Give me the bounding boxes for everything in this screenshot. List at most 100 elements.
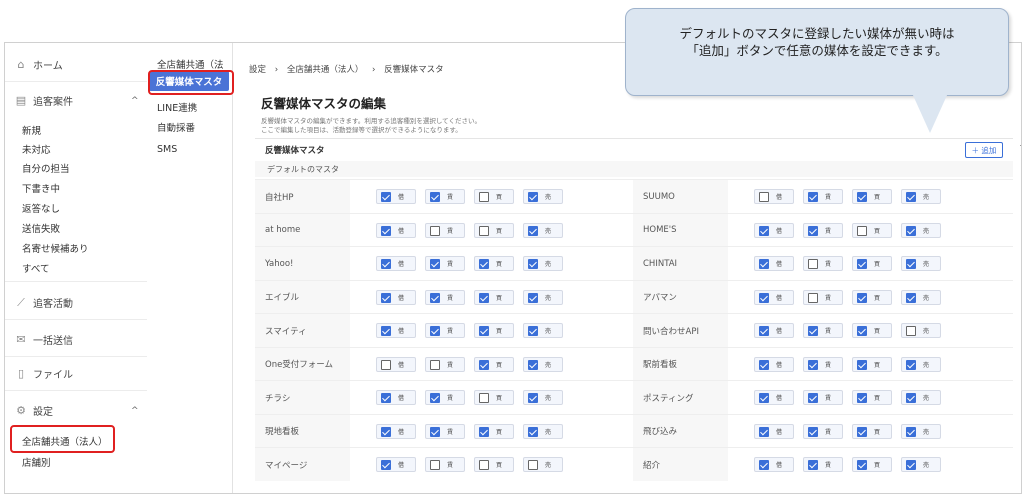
media-type-checkbox[interactable]: 借 [754,256,794,271]
media-type-checkbox[interactable]: 売 [901,222,941,238]
media-type-checkbox[interactable]: 売 [523,356,563,372]
nav-sub-item[interactable]: 未対応 [22,142,51,156]
media-type-checkbox[interactable]: 賃 [425,222,465,238]
media-type-checkbox[interactable]: 買 [852,356,892,372]
media-type-checkbox[interactable]: 買 [474,356,514,372]
breadcrumb-item[interactable]: 全店舗共通（法人） [287,65,364,75]
media-type-checkbox[interactable]: 売 [523,222,563,238]
nav-file[interactable]: ▯ ファイル [15,366,73,381]
media-type-checkbox[interactable]: 買 [474,423,514,439]
media-type-checkbox[interactable]: 買 [474,256,514,271]
media-type-checkbox[interactable]: 賃 [425,356,465,372]
media-type-checkbox[interactable]: 買 [852,423,892,439]
media-type-checkbox[interactable]: 賃 [803,457,843,472]
media-type-checkbox[interactable]: 買 [852,390,892,405]
home-icon: ⌂ [17,58,25,71]
nav-settings[interactable]: ⚙ 設定 ^ [15,403,145,418]
chevron-up-icon[interactable]: ^ [1019,143,1021,153]
media-type-checkbox[interactable]: 賃 [425,390,465,405]
media-type-checkbox[interactable]: 借 [376,356,416,372]
media-type-checkbox[interactable]: 借 [754,189,794,204]
media-type-checkbox[interactable]: 借 [376,390,416,405]
checkbox-label: 賃 [825,361,832,369]
breadcrumb-separator: › [274,65,279,75]
media-type-checkbox[interactable]: 借 [376,256,416,271]
media-type-checkbox[interactable]: 賃 [803,222,843,238]
media-type-checkbox[interactable]: 賃 [803,256,843,271]
nav-tsuikyaku-katsudo[interactable]: ⟋ 追客活動 [15,295,73,311]
nav-sub-item[interactable]: すべて [22,261,49,275]
media-type-checkbox[interactable]: 賃 [803,289,843,305]
media-type-checkbox[interactable]: 買 [852,256,892,271]
media-type-checkbox[interactable]: 売 [523,289,563,305]
media-type-checkbox[interactable]: 借 [754,289,794,305]
media-type-checkbox[interactable]: 賃 [425,423,465,439]
nav-sub-item[interactable]: 下書き中 [22,181,60,195]
media-type-checkbox[interactable]: 買 [474,390,514,405]
media-type-checkbox[interactable]: 買 [852,222,892,238]
media-type-checkbox[interactable]: 買 [852,289,892,305]
media-type-checkbox[interactable]: 借 [754,323,794,338]
media-type-checkbox[interactable]: 借 [376,289,416,305]
breadcrumb-item[interactable]: 設定 [249,65,266,75]
media-type-checkbox[interactable]: 賃 [803,323,843,338]
media-type-checkbox[interactable]: 売 [523,457,563,472]
media-type-checkbox[interactable]: 借 [754,356,794,372]
media-type-checkbox[interactable]: 買 [474,457,514,472]
media-type-checkbox[interactable]: 売 [901,323,941,338]
media-type-checkbox[interactable]: 借 [376,222,416,238]
media-type-checkbox[interactable]: 買 [474,189,514,204]
media-type-checkbox[interactable]: 買 [474,222,514,238]
media-type-checkbox[interactable]: 借 [754,222,794,238]
breadcrumb: 設定 › 全店舗共通（法人） › 反響媒体マスタ [249,63,450,75]
media-type-checkbox[interactable]: 買 [474,323,514,338]
nav-settings-tenpobetsu[interactable]: 店舗別 [22,455,51,469]
media-type-checkbox[interactable]: 借 [376,189,416,204]
media-type-checkbox[interactable]: 売 [523,323,563,338]
nav-sub-item[interactable]: 返答なし [22,201,60,215]
media-type-checkbox[interactable]: 買 [474,289,514,305]
media-type-checkbox[interactable]: 賃 [803,189,843,204]
media-type-checkbox[interactable]: 借 [376,457,416,472]
submenu-item-jidou-saiban[interactable]: 自動採番 [157,120,195,134]
media-type-checkbox[interactable]: 売 [523,189,563,204]
media-type-checkbox[interactable]: 賃 [803,390,843,405]
nav-home[interactable]: ⌂ ホーム [15,57,63,72]
media-type-checkbox[interactable]: 借 [754,390,794,405]
media-type-checkbox[interactable]: 賃 [425,289,465,305]
media-type-checkbox[interactable]: 売 [901,390,941,405]
checked-icon [528,259,538,269]
submenu-item-sms[interactable]: SMS [157,144,177,155]
nav-ikkatsu-soushin[interactable]: ✉ 一括送信 [15,332,73,347]
media-type-checkbox[interactable]: 売 [901,356,941,372]
media-type-checkbox[interactable]: 借 [376,423,416,439]
nav-tsuikyaku-anken[interactable]: ▤ 追客案件 ^ [15,93,145,108]
media-type-checkbox[interactable]: 賃 [425,189,465,204]
media-type-checkbox[interactable]: 売 [901,457,941,472]
add-button[interactable]: ＋ 追加 [965,142,1003,158]
nav-sub-item[interactable]: 新規 [22,123,41,137]
media-type-checkbox[interactable]: 借 [376,323,416,338]
nav-sub-item[interactable]: 自分の担当 [22,161,70,175]
media-type-checkbox[interactable]: 借 [754,423,794,439]
media-type-checkbox[interactable]: 売 [901,289,941,305]
checkbox-label: 借 [776,328,783,335]
media-type-checkbox[interactable]: 賃 [425,323,465,338]
media-type-checkbox[interactable]: 買 [852,189,892,204]
media-type-checkbox[interactable]: 売 [901,423,941,439]
media-type-checkbox[interactable]: 賃 [425,457,465,472]
media-type-checkbox[interactable]: 売 [523,423,563,439]
nav-sub-item[interactable]: 名寄せ候補あり [22,241,89,255]
media-type-checkbox[interactable]: 借 [754,457,794,472]
media-type-checkbox[interactable]: 買 [852,323,892,338]
media-type-checkbox[interactable]: 売 [901,189,941,204]
media-type-checkbox[interactable]: 売 [523,390,563,405]
nav-sub-item[interactable]: 送信失敗 [22,221,60,235]
media-type-checkbox[interactable]: 売 [901,256,941,271]
media-type-checkbox[interactable]: 賃 [425,256,465,271]
media-type-checkbox[interactable]: 買 [852,457,892,472]
submenu-item-line[interactable]: LINE連携 [157,100,197,114]
media-type-checkbox[interactable]: 賃 [803,423,843,439]
media-type-checkbox[interactable]: 賃 [803,356,843,372]
media-type-checkbox[interactable]: 売 [523,256,563,271]
